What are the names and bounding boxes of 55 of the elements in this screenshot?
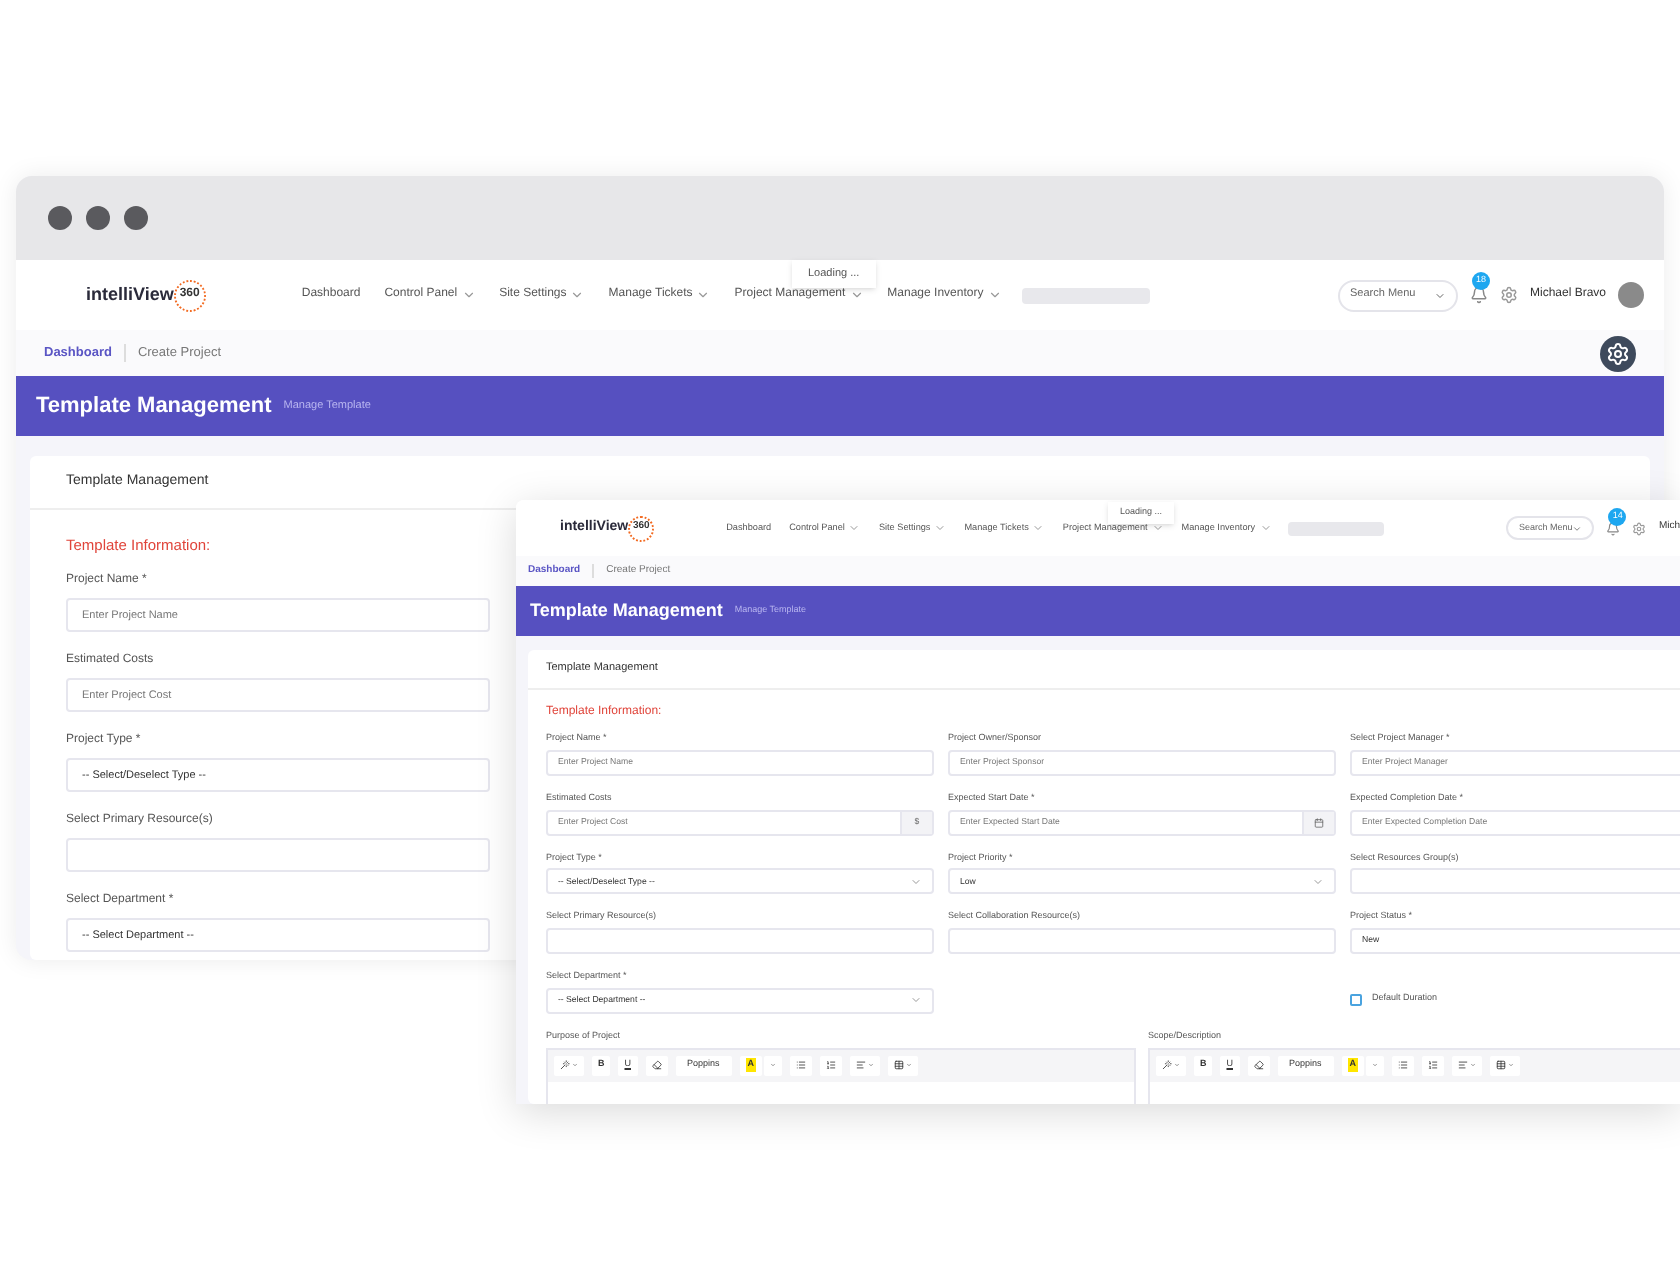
chevron-icon <box>1312 875 1324 888</box>
chevron-icon <box>910 994 922 1007</box>
table-icon <box>1496 1060 1507 1070</box>
bell-icon[interactable] <box>1606 521 1621 535</box>
caret-icon <box>849 288 864 302</box>
caret-icon <box>934 521 947 534</box>
page-title: Template Management <box>530 597 723 624</box>
eraser-icon <box>651 1060 661 1070</box>
settings-button[interactable] <box>1600 335 1636 371</box>
bell-icon[interactable] <box>1469 286 1488 304</box>
clear-format-button[interactable] <box>645 1055 667 1075</box>
style-dropdown-button[interactable] <box>1156 1055 1186 1075</box>
color-caret-button[interactable] <box>1366 1055 1385 1075</box>
input-field[interactable] <box>66 838 490 873</box>
align-dropdown-button[interactable] <box>850 1055 881 1075</box>
table-icon <box>894 1060 905 1070</box>
caret-icon <box>987 288 1002 302</box>
caret-icon <box>461 288 476 302</box>
input-field[interactable] <box>1350 868 1680 895</box>
logo-wordmark: intelliView <box>86 281 174 308</box>
color-caret-button[interactable] <box>764 1055 783 1075</box>
numbered-list-icon <box>1428 1060 1439 1070</box>
bulleted-list-button[interactable] <box>1392 1055 1415 1075</box>
checkbox[interactable] <box>1350 993 1362 1006</box>
settings-icon[interactable] <box>1499 286 1518 304</box>
list-icon <box>796 1060 807 1070</box>
input-field[interactable] <box>546 928 934 954</box>
list-icon <box>1398 1060 1409 1070</box>
numbered-list-button[interactable] <box>1422 1055 1445 1075</box>
table-dropdown-button[interactable] <box>888 1055 919 1075</box>
table-dropdown-button[interactable] <box>1490 1055 1521 1075</box>
caret-icon <box>1032 521 1045 534</box>
caret-icon <box>848 521 861 534</box>
avatar[interactable] <box>1618 282 1644 308</box>
bulleted-list-button[interactable] <box>790 1055 813 1075</box>
caret-icon <box>570 288 585 302</box>
settings-icon <box>1606 341 1630 365</box>
chevron-icon <box>910 875 922 888</box>
chevron-icon <box>1572 523 1583 533</box>
numbered-list-button[interactable] <box>820 1055 843 1075</box>
align-icon <box>1458 1060 1469 1070</box>
caret-icon <box>1259 521 1272 534</box>
settings-icon[interactable] <box>1632 521 1647 535</box>
caret-icon <box>1151 521 1164 534</box>
calendar-icon <box>1314 817 1324 827</box>
input-field[interactable] <box>948 928 1336 954</box>
page-title: Template Management <box>36 391 272 422</box>
numbered-list-icon <box>826 1060 837 1070</box>
clear-format-button[interactable] <box>1247 1055 1269 1075</box>
chevron-icon <box>1433 289 1446 301</box>
align-icon <box>856 1060 867 1070</box>
align-dropdown-button[interactable] <box>1452 1055 1483 1075</box>
eraser-icon <box>1253 1060 1263 1070</box>
style-dropdown-button[interactable] <box>554 1055 584 1075</box>
caret-icon <box>696 288 711 302</box>
